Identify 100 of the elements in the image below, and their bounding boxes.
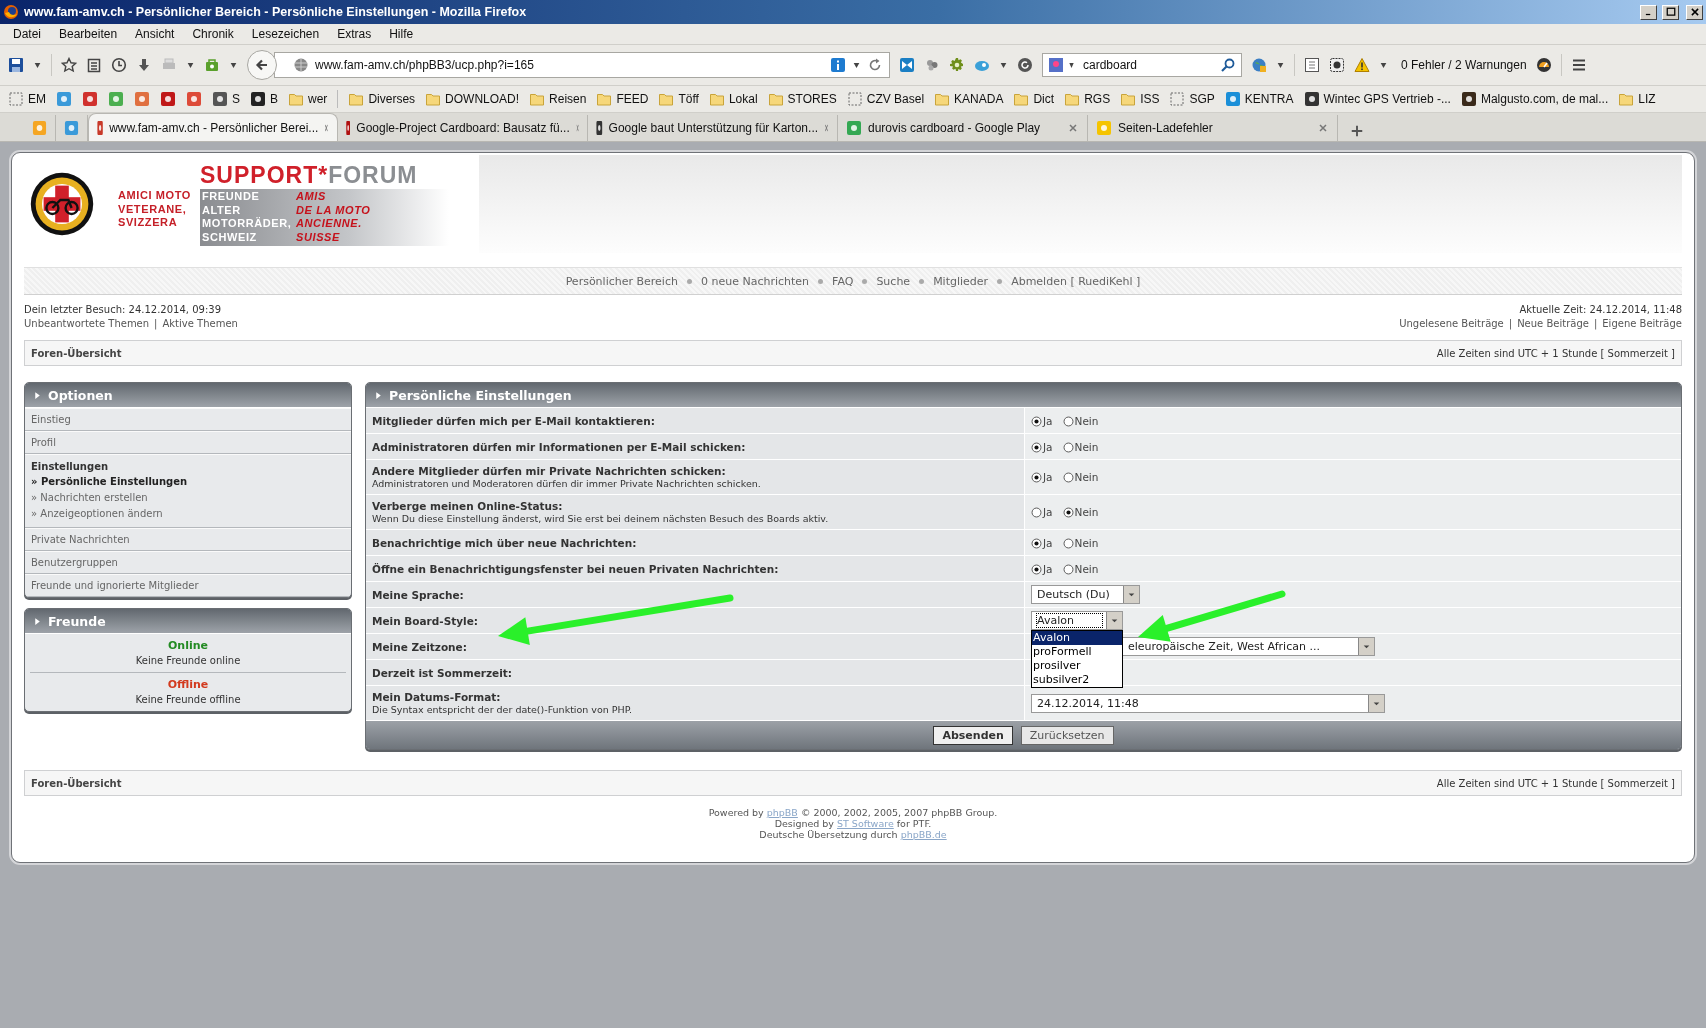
sidebar-item[interactable]: Einstieg: [25, 408, 351, 431]
quick-link[interactable]: Eigene Beiträge: [1602, 317, 1682, 331]
breadcrumb-link[interactable]: Foren-Übersicht: [31, 347, 122, 359]
menu-item[interactable]: Datei: [4, 27, 50, 41]
reload-icon[interactable]: [867, 57, 883, 73]
nav-link[interactable]: FAQ: [832, 274, 854, 288]
menu-item[interactable]: Lesezeichen: [242, 27, 329, 41]
menu-item[interactable]: Hilfe: [380, 27, 423, 41]
site-icon[interactable]: [56, 91, 72, 107]
nav-link[interactable]: Suche: [876, 274, 911, 288]
quick-link[interactable]: Unbeantwortete Themen: [24, 317, 150, 331]
bookmark[interactable]: LIZ: [1618, 91, 1656, 107]
menu-item[interactable]: Chronik: [183, 27, 243, 41]
tab[interactable]: durovis cardboard - Google Play: [838, 115, 1088, 141]
bookmark[interactable]: Töff: [658, 91, 699, 107]
dropdown[interactable]: Deutsch (Du): [1031, 585, 1140, 604]
radio-button[interactable]: [1062, 507, 1074, 518]
nav-link[interactable]: 0 neue Nachrichten: [700, 274, 810, 288]
radio-button[interactable]: [1062, 441, 1074, 453]
breadcrumb-link[interactable]: Foren-Übersicht: [31, 777, 122, 789]
bookmark[interactable]: B: [250, 91, 279, 107]
radio-button[interactable]: [1031, 563, 1042, 575]
clock-icon[interactable]: [111, 57, 127, 73]
bookmark[interactable]: FEED: [596, 91, 649, 107]
nav-link[interactable]: Abmelden [ RuediKehl ]: [1011, 274, 1141, 288]
site-icon[interactable]: [160, 91, 176, 107]
site-icon[interactable]: [186, 91, 202, 107]
star-icon[interactable]: [61, 57, 77, 73]
cluster-icon[interactable]: [924, 57, 940, 73]
sidebar-item[interactable]: Freunde und ignorierte Mitglieder: [25, 574, 351, 597]
bookmark[interactable]: Diverses: [348, 91, 416, 107]
tab[interactable]: Seiten-Ladefehler: [1088, 115, 1338, 141]
search-icon[interactable]: [1220, 57, 1236, 73]
bookmark[interactable]: Lokal: [708, 91, 758, 107]
radio-button[interactable]: [1062, 472, 1074, 483]
bookmark[interactable]: Dict: [1013, 91, 1055, 107]
search-field[interactable]: cardboard: [1042, 53, 1242, 77]
tab[interactable]: Google-Project Cardboard: Bausatz fü...: [338, 115, 588, 141]
clipboard-icon[interactable]: [86, 57, 102, 73]
bag-icon[interactable]: [204, 57, 220, 73]
sidebar-item[interactable]: Profil: [25, 431, 351, 454]
radio-button[interactable]: [1031, 441, 1042, 453]
sidebar-subitem[interactable]: » Anzeigeoptionen ändern: [31, 506, 345, 522]
bookmark[interactable]: KANADA: [934, 91, 1004, 107]
new-tab-icon[interactable]: [1350, 124, 1364, 138]
site-icon[interactable]: [82, 91, 98, 107]
bookmark[interactable]: ISS: [1120, 91, 1160, 107]
dropdown-option[interactable]: subsilver2: [1032, 673, 1122, 687]
bookmark[interactable]: RGS: [1064, 91, 1111, 107]
bookmark[interactable]: Wintec GPS Vertrieb -...: [1303, 91, 1451, 107]
sidebar-subitem[interactable]: » Nachrichten erstellen: [31, 490, 345, 506]
dropdown-option[interactable]: Avalon: [1032, 631, 1122, 645]
dropdown[interactable]: 24.12.2014, 11:48: [1031, 693, 1385, 713]
bookmark[interactable]: wer: [288, 91, 328, 107]
quick-link[interactable]: Aktive Themen: [162, 317, 238, 331]
tab[interactable]: www.fam-amv.ch - Persönlicher Berei...: [88, 113, 338, 141]
submit-button[interactable]: Absenden: [933, 725, 1013, 745]
radio-button[interactable]: [1062, 563, 1074, 575]
gauge-icon[interactable]: [1535, 57, 1552, 73]
quick-link[interactable]: Neue Beiträge: [1517, 317, 1589, 331]
bookmark[interactable]: Malgusto.com, de mal...: [1460, 91, 1609, 107]
bookmark[interactable]: KENTRA: [1224, 91, 1294, 107]
menu-item[interactable]: Bearbeiten: [50, 27, 127, 41]
menu-item[interactable]: Extras: [328, 27, 381, 41]
bookmark[interactable]: STORES: [767, 91, 837, 107]
engine-icon[interactable]: [1048, 57, 1064, 73]
download-icon[interactable]: [136, 57, 152, 73]
tab[interactable]: Google baut Unterstützung für Karton...: [588, 115, 838, 141]
radio-button[interactable]: [1062, 537, 1074, 549]
restore-icon[interactable]: [1017, 57, 1033, 73]
radio-button[interactable]: [1031, 415, 1042, 427]
bookmark[interactable]: EM: [8, 91, 46, 107]
dropdown-option[interactable]: prosilver: [1032, 659, 1122, 673]
address-field[interactable]: www.fam-amv.ch/phpBB3/ucp.php?i=165: [274, 52, 890, 78]
capture-icon[interactable]: [1329, 57, 1345, 73]
bookmark[interactable]: SGP: [1169, 91, 1215, 107]
dropdown[interactable]: Avalon: [1031, 611, 1123, 630]
reset-button[interactable]: Zurücksetzen: [1020, 725, 1114, 745]
save-icon[interactable]: [8, 57, 24, 73]
radio-button[interactable]: [1031, 472, 1042, 483]
nav-link[interactable]: Persönlicher Bereich: [565, 274, 678, 288]
radio-button[interactable]: [1062, 415, 1074, 427]
site-icon[interactable]: [134, 91, 150, 107]
butterfly-icon[interactable]: [899, 57, 915, 73]
arrow-left-icon[interactable]: [254, 57, 270, 73]
sidebar-item[interactable]: Einstellungen: [31, 459, 345, 474]
sidebar-item[interactable]: Benutzergruppen: [25, 551, 351, 574]
bookmark[interactable]: S: [212, 91, 240, 107]
bookmark[interactable]: CZV Basel: [846, 91, 925, 107]
dropdown-option[interactable]: proFormell: [1032, 645, 1122, 659]
globe-icon[interactable]: [1251, 57, 1267, 73]
sidebar-subitem[interactable]: » Persönliche Einstellungen: [31, 474, 345, 490]
bookmark[interactable]: DOWNLOAD!: [425, 91, 520, 107]
radio-button[interactable]: [1031, 537, 1042, 549]
radio-button[interactable]: [1031, 507, 1042, 518]
menu-icon[interactable]: [1570, 57, 1587, 73]
info-icon[interactable]: [830, 57, 846, 73]
sidebar-item[interactable]: Private Nachrichten: [25, 528, 351, 551]
back-button[interactable]: [247, 50, 277, 80]
warning-icon[interactable]: [1354, 57, 1370, 73]
